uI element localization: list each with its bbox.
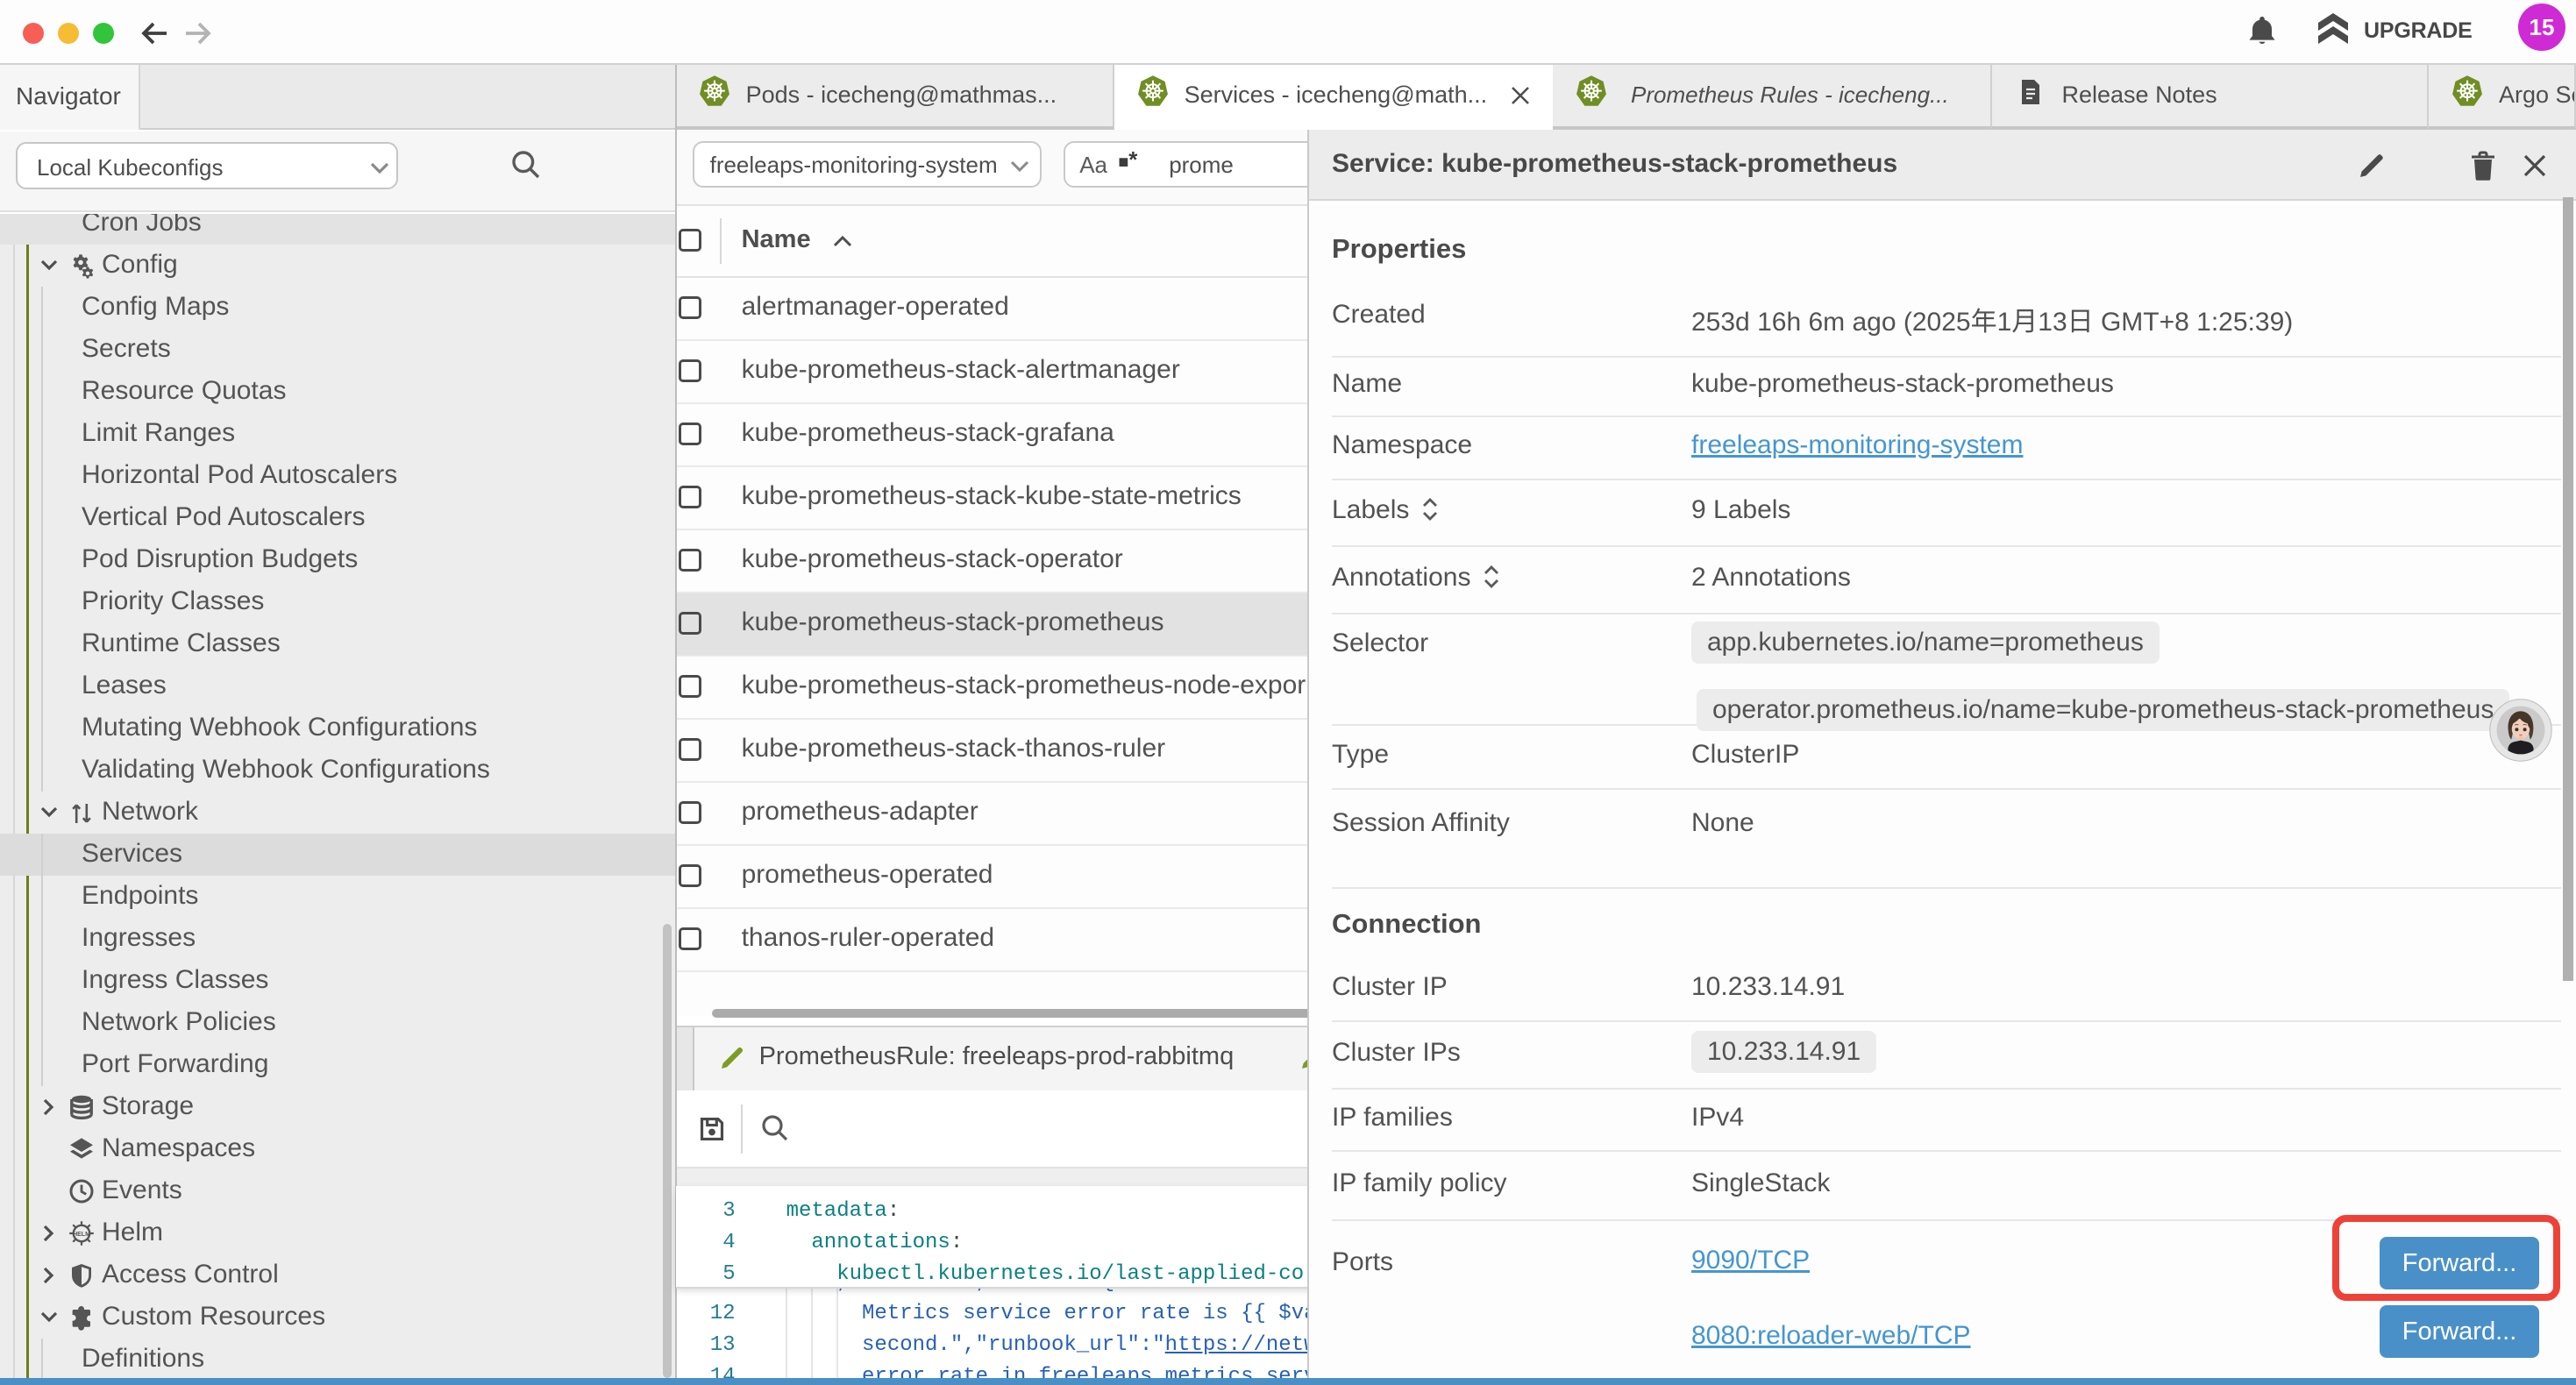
svg-text:HELM: HELM — [73, 1232, 90, 1238]
